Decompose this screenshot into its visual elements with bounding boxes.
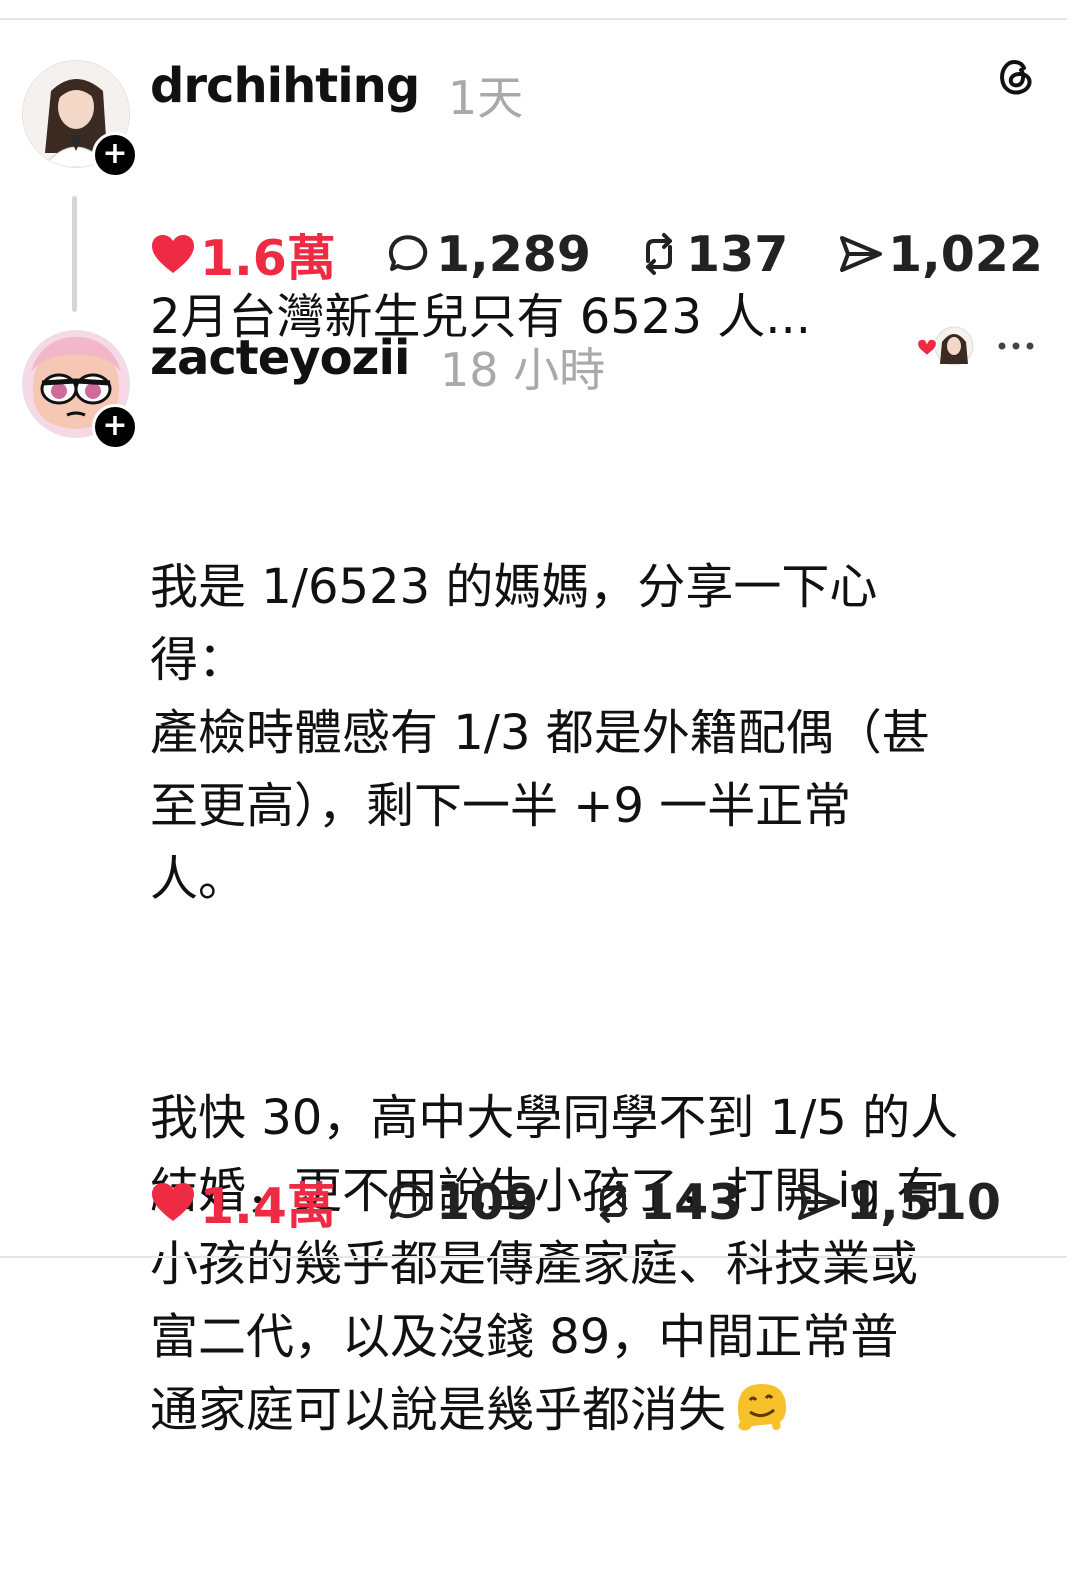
more-dots-icon[interactable]	[996, 336, 1036, 356]
post-username[interactable]: zacteyozii	[150, 330, 410, 386]
repost-count: 143	[640, 1173, 743, 1231]
melting-face-emoji	[738, 1384, 787, 1431]
share-button[interactable]: 1,510	[794, 1172, 1001, 1232]
post-timestamp: 1天	[448, 71, 524, 125]
repost-count: 137	[686, 225, 789, 283]
comment-count: 1,289	[436, 225, 591, 283]
comment-count: 109	[436, 1173, 539, 1231]
follow-plus-button[interactable]: +	[92, 132, 138, 178]
post-actions: 1.4萬 109 143 1,510	[150, 1172, 1050, 1235]
follow-plus-button[interactable]: +	[92, 404, 138, 450]
comment-bubble-icon	[388, 1183, 428, 1219]
like-button[interactable]: 1.6萬	[150, 224, 336, 287]
send-icon	[840, 236, 882, 272]
liked-by-author-indicator	[914, 324, 974, 368]
threads-logo-icon[interactable]	[994, 54, 1036, 96]
post-username[interactable]: drchihting	[150, 58, 420, 114]
repost-icon	[646, 233, 672, 275]
send-icon	[798, 1184, 840, 1220]
share-count: 1,510	[846, 1173, 1001, 1231]
post-paragraph: 我是 1/6523 的媽媽，分享一下心 得： 產檢時體感有 1/3 都是外籍配偶…	[150, 559, 930, 907]
comment-button[interactable]: 109	[384, 1172, 538, 1232]
comment-button[interactable]: 1,289	[384, 224, 591, 284]
bottom-divider	[0, 1256, 1067, 1258]
post-actions: 1.6萬 1,289 137 1,022	[150, 224, 1050, 287]
comment-bubble-icon	[388, 235, 428, 271]
repost-icon	[600, 1181, 626, 1223]
post-body: 我是 1/6523 的媽媽，分享一下心 得： 產檢時體感有 1/3 都是外籍配偶…	[150, 405, 958, 1593]
repost-button[interactable]: 143	[590, 1172, 742, 1232]
top-divider	[0, 18, 1067, 20]
share-button[interactable]: 1,022	[836, 224, 1043, 284]
like-count: 1.4萬	[200, 1177, 336, 1235]
heart-icon	[916, 337, 938, 358]
heart-icon	[152, 235, 194, 273]
repost-button[interactable]: 137	[636, 224, 788, 284]
post-timestamp: 18 小時	[440, 343, 606, 397]
thread-connector-line	[72, 196, 77, 312]
post-paragraph: 我快 30，高中大學同學不到 1/5 的人 結婚，更不用說生小孩了，打開 ig …	[150, 1082, 958, 1447]
like-count: 1.6萬	[200, 229, 336, 287]
post-paragraph-text: 我快 30，高中大學同學不到 1/5 的人 結婚，更不用說生小孩了，打開 ig …	[150, 1090, 959, 1438]
share-count: 1,022	[888, 225, 1043, 283]
heart-icon	[152, 1183, 194, 1221]
like-button[interactable]: 1.4萬	[150, 1172, 336, 1235]
